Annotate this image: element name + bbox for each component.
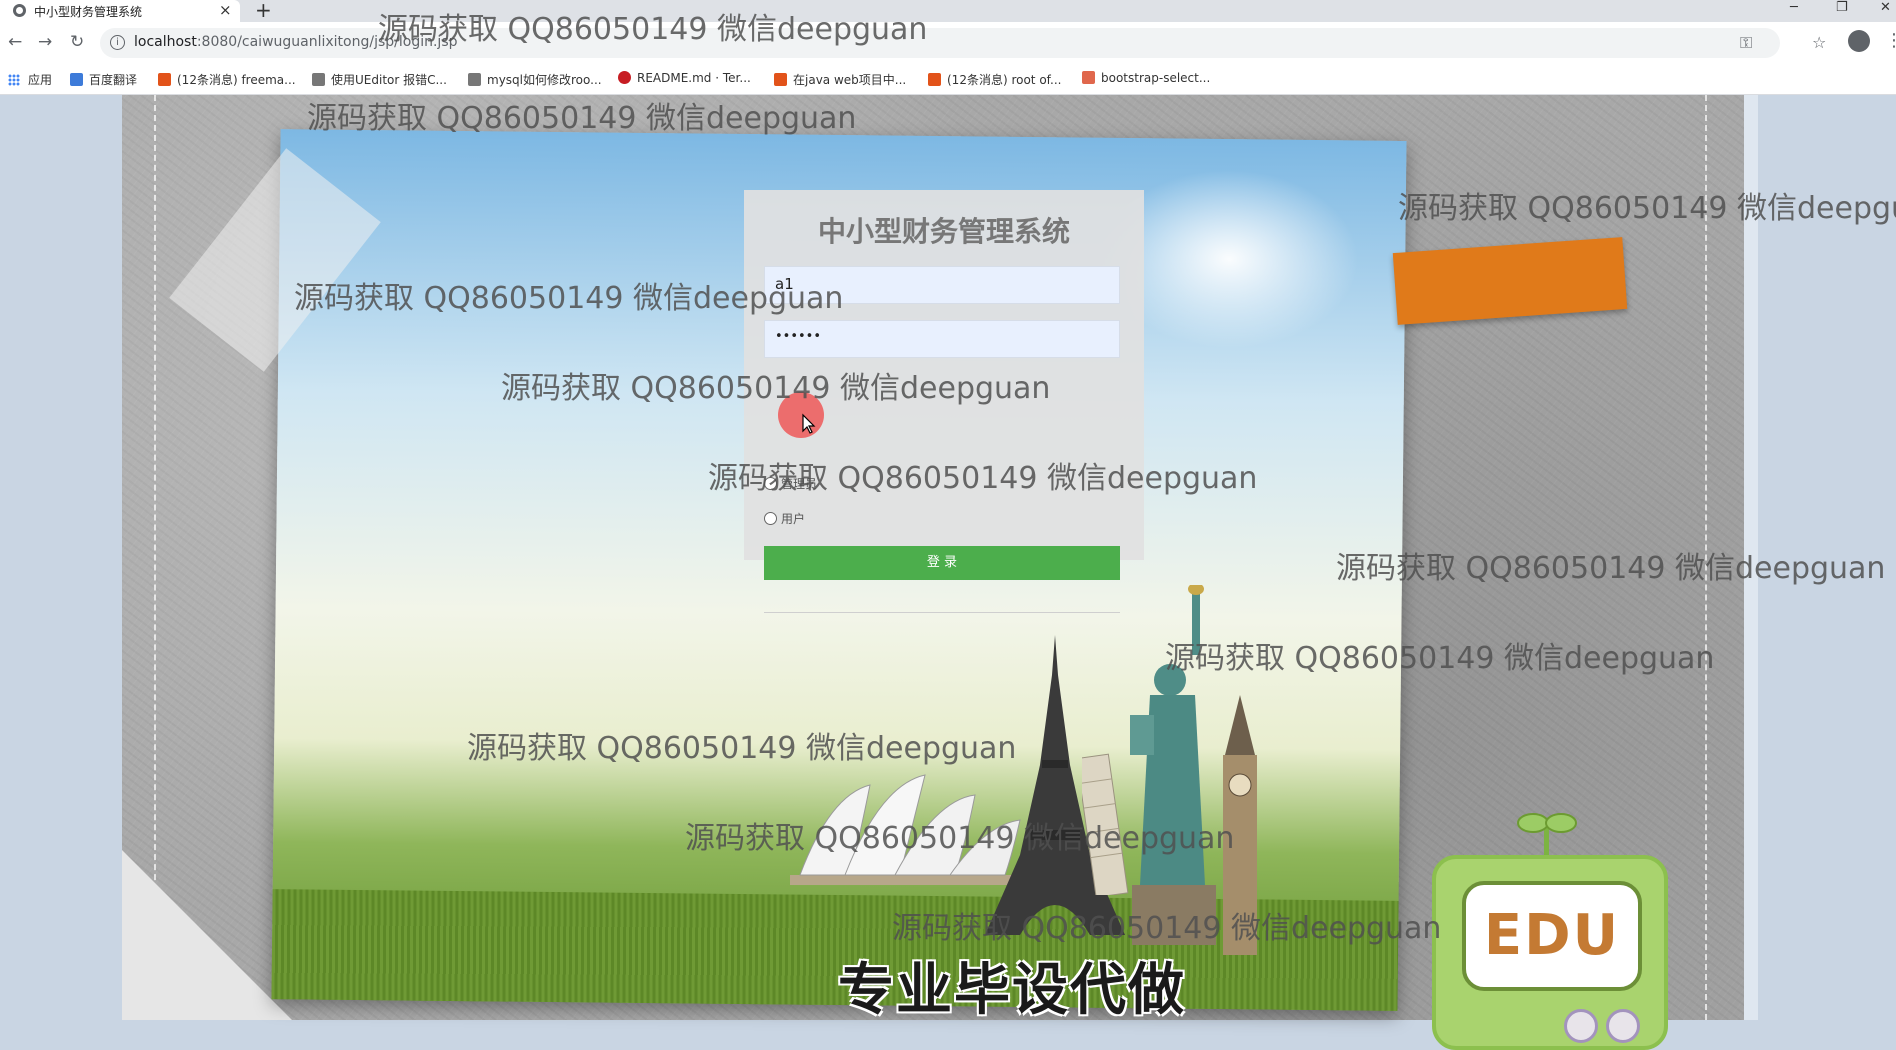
password-input[interactable]: •••••• [764, 320, 1120, 358]
watermark: 源码获取 QQ86050149 微信deepguan [892, 911, 1442, 946]
close-window-icon[interactable]: ✕ [1880, 0, 1891, 15]
translate-icon [70, 73, 83, 86]
address-bar[interactable]: i localhost:8080/caiwuguanlixitong/jsp/l… [100, 28, 1826, 58]
bookmark-item[interactable]: 百度翻译 [70, 71, 137, 88]
back-icon[interactable]: ← [8, 32, 22, 52]
minimize-icon[interactable]: ─ [1790, 0, 1798, 15]
watermark: 源码获取 QQ86050149 微信deepguan [685, 821, 1235, 856]
watermark: 源码获取 QQ86050149 微信deepguan [1398, 191, 1896, 226]
bookmark-item[interactable]: bootstrap-select... [1082, 71, 1210, 85]
radio-label: 用户 [781, 512, 806, 526]
login-title: 中小型财务管理系统 [817, 215, 1070, 248]
bookmark-apps[interactable]: 应用 [8, 71, 52, 88]
forward-icon[interactable]: → [38, 32, 52, 52]
paper-corner [122, 850, 292, 1020]
bookmark-item[interactable]: README.md · Ter... [618, 71, 751, 85]
radio-button[interactable] [764, 512, 777, 525]
edu-label: EDU [1462, 881, 1642, 991]
bird-icon [312, 73, 325, 86]
tv-knob-icon [1564, 1009, 1598, 1043]
browser-tab[interactable]: 中小型财务管理系统 × [0, 0, 240, 22]
bird-icon [468, 73, 481, 86]
apps-grid-icon [8, 74, 20, 86]
login-button[interactable]: 登 录 [764, 546, 1120, 580]
menu-icon[interactable]: ⋮ [1885, 30, 1896, 51]
csdn-icon [774, 73, 787, 86]
edu-tv-logo: EDU [1432, 855, 1668, 1050]
star-icon[interactable]: ☆ [1812, 33, 1826, 52]
bookmark-item[interactable]: 使用UEditor 报错C... [312, 71, 447, 88]
info-icon[interactable]: i [110, 35, 125, 50]
bookmark-item[interactable]: (12条消息) freema... [158, 71, 296, 88]
tab-title: 中小型财务管理系统 [34, 5, 143, 19]
csdn-icon [158, 73, 171, 86]
sprout-icon [1517, 813, 1577, 857]
csdn-icon [928, 73, 941, 86]
jianshu-icon [1082, 71, 1095, 84]
avatar[interactable] [1848, 30, 1870, 52]
bookmarks-bar: 应用 百度翻译 (12条消息) freema... 使用UEditor 报错C.… [0, 64, 1896, 95]
watermark: 源码获取 QQ86050149 微信deepguan [1165, 641, 1715, 676]
globe-icon [13, 4, 26, 17]
watermark: 源码获取 QQ86050149 微信deepguan [307, 101, 857, 136]
restore-icon[interactable]: ❐ [1836, 0, 1848, 15]
watermark: 源码获取 QQ86050149 微信deepguan [708, 461, 1258, 496]
key-icon[interactable]: ⚿ [1740, 33, 1752, 53]
bookmark-item[interactable]: mysql如何修改roo... [468, 71, 602, 88]
watermark: 源码获取 QQ86050149 微信deepguan [467, 731, 1017, 766]
slogan-text: 专业毕设代做 [838, 958, 1186, 1023]
tab-strip: 中小型财务管理系统 × + ─ ❐ ✕ [0, 0, 1896, 22]
watermark: 源码获取 QQ86050149 微信deepguan [1336, 551, 1886, 586]
divider [764, 612, 1120, 613]
gitee-icon [618, 71, 631, 84]
mouse-cursor-icon [802, 413, 816, 434]
bookmark-item[interactable]: (12条消息) root of... [928, 71, 1061, 88]
watermark: 源码获取 QQ86050149 微信deepguan [378, 12, 928, 47]
tv-knob-icon [1606, 1009, 1640, 1043]
role-radio-user[interactable]: 用户 [764, 510, 805, 527]
reload-icon[interactable]: ↻ [70, 32, 84, 52]
watermark: 源码获取 QQ86050149 微信deepguan [294, 281, 844, 316]
bookmark-item[interactable]: 在java web项目中... [774, 71, 906, 88]
new-tab-button[interactable]: + [255, 0, 272, 22]
watermark: 源码获取 QQ86050149 微信deepguan [501, 371, 1051, 406]
close-tab-icon[interactable]: × [219, 1, 232, 19]
browser-toolbar: ← → ↻ i localhost:8080/caiwuguanlixitong… [0, 22, 1896, 64]
